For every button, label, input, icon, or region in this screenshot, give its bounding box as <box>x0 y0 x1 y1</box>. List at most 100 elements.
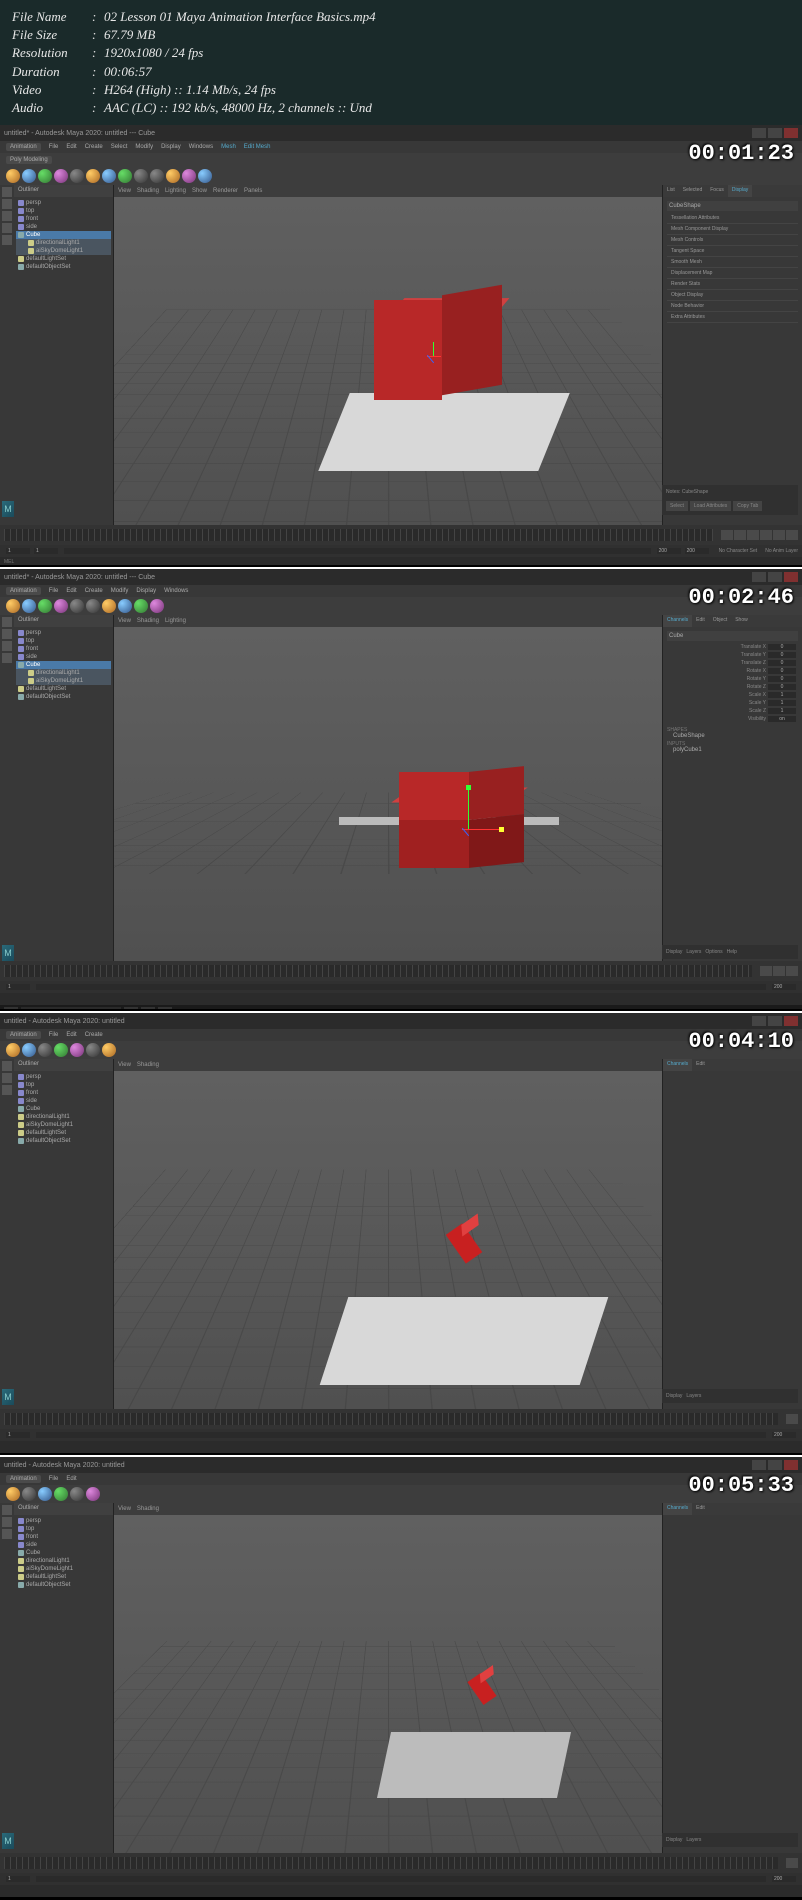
minimize-button[interactable] <box>752 128 766 138</box>
tool-icon[interactable] <box>2 1061 12 1071</box>
tool-icon[interactable] <box>2 1517 12 1527</box>
play-button[interactable] <box>773 966 785 976</box>
channel-input[interactable]: 0 <box>768 644 796 650</box>
channel-tab[interactable]: Object <box>709 615 731 627</box>
attr-section[interactable]: Extra Attributes <box>667 312 798 323</box>
shelf-icon[interactable] <box>22 599 36 613</box>
titlebar[interactable]: untitled - Autodesk Maya 2020: untitled <box>0 1013 802 1029</box>
outliner-item-lightset[interactable]: defaultLightSet <box>16 255 111 263</box>
menu-file[interactable]: File <box>49 144 59 150</box>
channel-input[interactable]: 0 <box>768 684 796 690</box>
tool-icon[interactable] <box>2 1505 12 1515</box>
command-line[interactable]: MEL <box>0 557 802 565</box>
shelf-icon[interactable] <box>86 1043 100 1057</box>
range-slider[interactable]: 1 200 <box>0 981 802 993</box>
viewport[interactable]: View Shading <box>114 1503 662 1853</box>
outliner-item-cube[interactable]: Cube <box>16 231 111 239</box>
menu-create[interactable]: Create <box>85 144 103 150</box>
attr-section[interactable]: Object Display <box>667 290 798 301</box>
channel-input[interactable]: 1 <box>768 700 796 706</box>
menu-edit[interactable]: Edit <box>66 144 76 150</box>
end-frame[interactable]: 200 <box>772 1876 796 1882</box>
no-charset-label[interactable]: No Character Set <box>719 548 758 554</box>
command-line[interactable] <box>0 1441 802 1453</box>
end-frame[interactable]: 200 <box>772 1432 796 1438</box>
attr-section[interactable]: Smooth Mesh <box>667 257 798 268</box>
attr-section[interactable]: Tangent Space <box>667 246 798 257</box>
shelf-icon[interactable] <box>6 599 20 613</box>
rotate-tool-icon[interactable] <box>2 641 12 651</box>
move-tool-icon[interactable] <box>2 211 12 221</box>
outliner-item-front[interactable]: front <box>16 215 111 223</box>
shelf-icon[interactable] <box>38 1487 52 1501</box>
shelf-icon[interactable] <box>70 1487 84 1501</box>
timeline[interactable] <box>0 1409 802 1429</box>
channel-input[interactable]: 1 <box>768 692 796 698</box>
outliner-item[interactable]: aiSkyDomeLight1 <box>16 677 111 685</box>
attr-section[interactable]: Displacement Map <box>667 268 798 279</box>
maximize-button[interactable] <box>768 572 782 582</box>
layer-tab[interactable]: Layers <box>686 1837 701 1843</box>
outliner-item[interactable]: persp <box>16 629 111 637</box>
menu-select[interactable]: Select <box>111 144 128 150</box>
gizmo-x-axis[interactable] <box>462 829 502 830</box>
start-frame-input[interactable]: 1 <box>34 548 58 554</box>
range-slider[interactable]: 1 200 <box>0 1873 802 1885</box>
range-end-input[interactable]: 200 <box>685 548 709 554</box>
outliner-item[interactable]: top <box>16 637 111 645</box>
viewport-menu[interactable]: Lighting <box>165 618 186 624</box>
start-frame[interactable]: 1 <box>6 1876 30 1882</box>
shelf-icon[interactable] <box>150 599 164 613</box>
channel-tab[interactable]: Edit <box>692 1059 709 1071</box>
forward-button[interactable] <box>786 966 798 976</box>
viewport-menu[interactable]: Shading <box>137 618 159 624</box>
viewport-menu-shading[interactable]: Shading <box>137 188 159 194</box>
attr-section[interactable]: Tessellation Attributes <box>667 213 798 224</box>
scale-gizmo[interactable] <box>454 815 484 845</box>
start-frame[interactable]: 1 <box>6 984 30 990</box>
layer-tab[interactable]: Layers <box>686 1393 701 1399</box>
shelf-icon[interactable] <box>54 599 68 613</box>
viewport-menu-renderer[interactable]: Renderer <box>213 188 238 194</box>
outliner-item[interactable]: directionalLight1 <box>16 1113 111 1121</box>
menu-file[interactable]: File <box>49 588 59 594</box>
play-back-button[interactable] <box>747 530 759 540</box>
move-tool-icon[interactable] <box>2 629 12 639</box>
channel-input[interactable]: 0 <box>768 676 796 682</box>
menu-item[interactable]: Edit <box>66 1476 76 1482</box>
shelf-tab[interactable]: Poly Modeling <box>6 156 52 164</box>
tool-icon[interactable] <box>2 1085 12 1095</box>
move-gizmo[interactable] <box>419 342 449 372</box>
viewport[interactable]: View Shading <box>114 1059 662 1409</box>
attr-section[interactable]: Render Stats <box>667 279 798 290</box>
layer-tab[interactable]: Options <box>705 949 722 955</box>
select-tool-icon[interactable] <box>2 187 12 197</box>
shelf-icon[interactable] <box>86 169 100 183</box>
titlebar[interactable]: untitled - Autodesk Maya 2020: untitled <box>0 1457 802 1473</box>
menu-item[interactable]: File <box>49 1476 59 1482</box>
shelf-icon[interactable] <box>102 169 116 183</box>
timeline[interactable] <box>0 961 802 981</box>
menu-display[interactable]: Display <box>136 588 156 594</box>
menu-editmesh[interactable]: Edit Mesh <box>244 144 271 150</box>
shelf-icon[interactable] <box>22 1043 36 1057</box>
outliner-item[interactable]: side <box>16 1541 111 1549</box>
gizmo-handle[interactable] <box>466 785 471 790</box>
no-animlayer-label[interactable]: No Anim Layer <box>765 548 798 554</box>
channel-input[interactable]: 0 <box>768 668 796 674</box>
shelf-icon[interactable] <box>22 1487 36 1501</box>
start-frame[interactable]: 1 <box>6 1432 30 1438</box>
close-button[interactable] <box>784 1016 798 1026</box>
input-name[interactable]: polyCube1 <box>667 747 798 753</box>
shelf-icon[interactable] <box>38 169 52 183</box>
layer-tab[interactable]: Help <box>727 949 737 955</box>
menu-modify[interactable]: Modify <box>135 144 153 150</box>
layer-tab[interactable]: Display <box>666 949 682 955</box>
rewind-button[interactable] <box>721 530 733 540</box>
viewport-menu-lighting[interactable]: Lighting <box>165 188 186 194</box>
shelf-icon[interactable] <box>6 1043 20 1057</box>
tool-icon[interactable] <box>2 1073 12 1083</box>
menu-edit[interactable]: Edit <box>66 588 76 594</box>
play-button[interactable] <box>786 1414 798 1424</box>
viewport[interactable]: View Shading Lighting Show Renderer Pane… <box>114 185 662 525</box>
